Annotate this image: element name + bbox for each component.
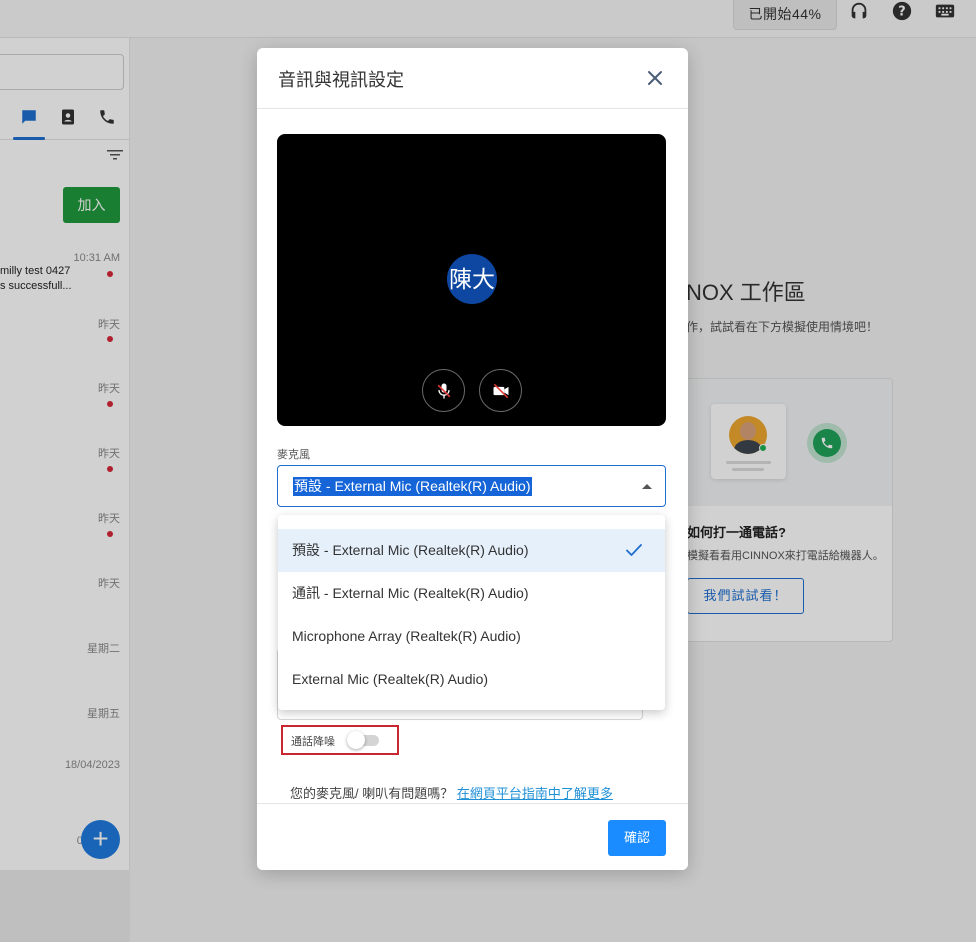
dialog-title: 音訊與視訊設定 bbox=[278, 70, 404, 90]
camera-toggle-button[interactable] bbox=[479, 369, 522, 412]
video-preview: 陳大 bbox=[277, 134, 666, 426]
close-icon bbox=[648, 71, 662, 85]
close-button[interactable] bbox=[645, 68, 665, 88]
mic-off-icon bbox=[437, 383, 450, 398]
caret-up-icon bbox=[642, 484, 652, 489]
microphone-dropdown: 預設 - External Mic (Realtek(R) Audio) 通訊 … bbox=[278, 515, 665, 710]
microphone-label: 麥克風 bbox=[277, 449, 310, 461]
dropdown-option[interactable]: External Mic (Realtek(R) Audio) bbox=[278, 658, 665, 701]
av-settings-dialog: 音訊與視訊設定 陳大 麥克風 預設 - External Mic (Realte… bbox=[257, 48, 688, 870]
help-guide-link[interactable]: 在網頁平台指南中了解更多 bbox=[457, 786, 613, 801]
help-text: 您的麥克風/ 喇叭有問題嗎？ 在網頁平台指南中了解更多 bbox=[290, 786, 613, 801]
dropdown-option[interactable]: Microphone Array (Realtek(R) Audio) bbox=[278, 615, 665, 658]
video-off-icon bbox=[493, 383, 508, 398]
dialog-footer: 確認 bbox=[257, 803, 688, 870]
check-icon bbox=[626, 544, 642, 556]
mic-toggle-button[interactable] bbox=[422, 369, 465, 412]
dialog-header: 音訊與視訊設定 bbox=[257, 48, 688, 109]
confirm-button[interactable]: 確認 bbox=[608, 820, 666, 856]
avatar: 陳大 bbox=[447, 254, 497, 304]
noise-suppression-toggle[interactable] bbox=[347, 731, 379, 749]
noise-suppression-row: 通話降噪 bbox=[281, 725, 399, 755]
microphone-select[interactable]: 預設 - External Mic (Realtek(R) Audio) bbox=[277, 465, 666, 507]
microphone-selected-value: 預設 - External Mic (Realtek(R) Audio) bbox=[293, 477, 532, 496]
dropdown-option[interactable]: 預設 - External Mic (Realtek(R) Audio) bbox=[278, 529, 665, 572]
dropdown-option[interactable]: 通訊 - External Mic (Realtek(R) Audio) bbox=[278, 572, 665, 615]
noise-suppression-label: 通話降噪 bbox=[291, 736, 335, 748]
